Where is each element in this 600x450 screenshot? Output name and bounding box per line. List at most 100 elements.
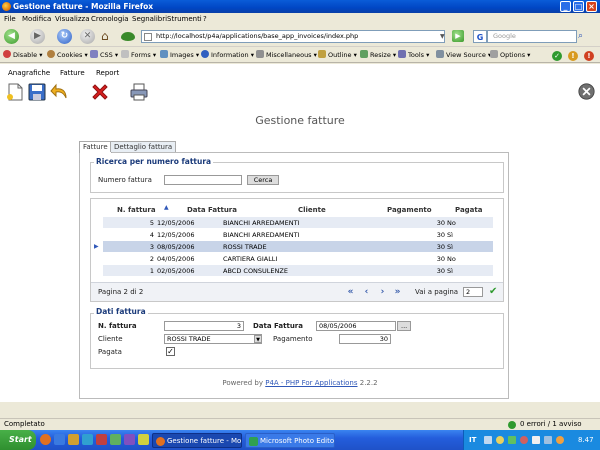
devbar-resize[interactable]: Resize ▾	[360, 50, 396, 61]
devbar-css[interactable]: CSS ▾	[90, 50, 118, 61]
back-icon[interactable]: ◀	[4, 29, 19, 44]
quicklaunch-app2-icon[interactable]	[110, 434, 121, 445]
detail-pagamento-input[interactable]: 30	[339, 334, 391, 344]
quicklaunch-ie-icon[interactable]	[54, 434, 65, 445]
close-window-button[interactable]: ×	[586, 1, 597, 12]
search-number-input[interactable]	[164, 175, 242, 185]
stop-icon[interactable]: ✕	[80, 29, 95, 44]
maximize-button[interactable]: □	[573, 1, 584, 12]
task-firefox[interactable]: Gestione fatture - Mo...	[152, 433, 242, 448]
menu-strumenti[interactable]: Strumenti	[167, 15, 202, 24]
menu-visualizza[interactable]: Visualizza	[55, 15, 89, 24]
detail-data-input[interactable]: 08/05/2006	[316, 321, 396, 331]
search-engine-icon[interactable]: G	[473, 30, 487, 43]
search-button[interactable]: Cerca	[247, 175, 279, 185]
col-header-cliente[interactable]: Cliente	[298, 206, 326, 215]
table-row[interactable]: 5 12/05/2006 BIANCHI ARREDAMENTI 30 No	[103, 217, 493, 229]
menu-segnalibri[interactable]: Segnalibri	[132, 15, 167, 24]
status-errors[interactable]: 0 errori / 1 avviso	[520, 419, 582, 430]
quicklaunch-app3-icon[interactable]	[124, 434, 135, 445]
detail-pagata-checkbox[interactable]: ✓	[166, 347, 175, 356]
devbar-disable[interactable]: Disable ▾	[3, 50, 42, 61]
last-page-icon[interactable]: »	[392, 287, 403, 298]
quicklaunch-app-icon[interactable]	[96, 434, 107, 445]
search-icon[interactable]: ⌕	[578, 31, 589, 42]
menu-modifica[interactable]: Modifica	[22, 15, 51, 24]
menu-file[interactable]: File	[4, 15, 16, 24]
col-header-n-fattura[interactable]: N. fattura	[117, 206, 156, 215]
save-icon[interactable]	[27, 82, 47, 102]
chevron-down-icon[interactable]: ▼	[254, 335, 262, 343]
app-menu-anagrafiche[interactable]: Anagrafiche	[8, 69, 50, 78]
detail-n-input[interactable]: 3	[164, 321, 244, 331]
validation-error-icon[interactable]: !	[584, 51, 594, 61]
search-input[interactable]: Google	[487, 30, 577, 43]
tray-app3-icon[interactable]	[520, 436, 528, 444]
quicklaunch-firefox-icon[interactable]	[40, 434, 51, 445]
app-menu-report[interactable]: Report	[96, 69, 119, 78]
validation-ok-icon[interactable]: ✓	[552, 51, 562, 61]
devbar-tools[interactable]: Tools ▾	[398, 50, 429, 61]
goto-page-input[interactable]: 2	[463, 287, 483, 297]
new-document-icon[interactable]	[5, 82, 25, 102]
first-page-icon[interactable]: «	[345, 287, 356, 298]
forward-icon[interactable]: ▶	[30, 29, 45, 44]
tray-volume-icon[interactable]	[532, 436, 540, 444]
menu-cronologia[interactable]: Cronologia	[91, 15, 129, 24]
devbar-information[interactable]: Information ▾	[201, 50, 254, 61]
language-indicator[interactable]: IT	[469, 430, 476, 450]
minimize-button[interactable]: _	[560, 1, 571, 12]
tray-app-icon[interactable]	[496, 436, 504, 444]
table-row-selected[interactable]: 3 08/05/2006 ROSSI TRADE 30 Sì	[103, 241, 493, 253]
validation-warning-icon[interactable]: !	[568, 51, 578, 61]
cell-pagata: Sì	[447, 231, 453, 239]
col-header-data-fattura[interactable]: Data Fattura	[187, 206, 237, 215]
start-button[interactable]: Start	[0, 430, 36, 450]
page-icon	[144, 33, 152, 41]
quicklaunch-app4-icon[interactable]	[138, 434, 149, 445]
task-photo-editor[interactable]: Microsoft Photo Editor	[245, 433, 335, 448]
table-row[interactable]: 4 12/05/2006 BIANCHI ARREDAMENTI 30 Sì	[103, 229, 493, 241]
devbar-forms[interactable]: Forms ▾	[121, 50, 156, 61]
exit-icon[interactable]	[578, 83, 595, 100]
date-picker-button[interactable]: ...	[397, 321, 411, 331]
reload-icon[interactable]: ↻	[57, 29, 72, 44]
cell-pagata: No	[447, 255, 456, 263]
prev-page-icon[interactable]: ‹	[361, 287, 372, 298]
undo-icon[interactable]	[50, 82, 70, 102]
tray-app4-icon[interactable]	[544, 436, 552, 444]
goto-page-confirm-icon[interactable]: ✔	[489, 286, 497, 297]
menu-help[interactable]: ?	[203, 15, 207, 24]
devbar-outline[interactable]: Outline ▾	[318, 50, 357, 61]
devbar-miscellaneous[interactable]: Miscellaneous ▾	[256, 50, 317, 61]
delete-icon[interactable]	[90, 82, 110, 102]
next-page-icon[interactable]: ›	[377, 287, 388, 298]
tray-app5-icon[interactable]	[556, 436, 564, 444]
devbar-view-source[interactable]: View Source ▾	[436, 50, 491, 61]
home-icon[interactable]: ⌂	[101, 29, 116, 44]
cell-data: 02/05/2006	[157, 267, 195, 275]
devbar-options[interactable]: Options ▾	[490, 50, 530, 61]
quicklaunch-desktop-icon[interactable]	[82, 434, 93, 445]
quicklaunch-explorer-icon[interactable]	[68, 434, 79, 445]
validator-ok-icon[interactable]	[508, 421, 516, 429]
addon-leaf-icon[interactable]	[121, 32, 135, 41]
tray-app2-icon[interactable]	[508, 436, 516, 444]
print-icon[interactable]	[129, 82, 149, 102]
url-dropdown-icon[interactable]: ▼	[440, 30, 448, 43]
window-title: Gestione fatture - Mozilla Firefox	[13, 2, 154, 11]
devbar-images[interactable]: Images ▾	[160, 50, 199, 61]
tray-network-icon[interactable]	[484, 436, 492, 444]
tab-fatture[interactable]: Fatture	[79, 141, 112, 153]
col-header-pagamento[interactable]: Pagamento	[387, 206, 432, 215]
table-row[interactable]: 2 04/05/2006 CARTIERA GIALLI 30 No	[103, 253, 493, 265]
devbar-cookies[interactable]: Cookies ▾	[47, 50, 88, 61]
url-bar[interactable]: http://localhost/p4a/applications/base_a…	[141, 30, 445, 43]
app-menu-fatture[interactable]: Fatture	[60, 69, 85, 78]
tab-dettaglio-fattura[interactable]: Dettaglio fattura	[110, 141, 177, 152]
table-row[interactable]: 1 02/05/2006 ABCD CONSULENZE 30 Sì	[103, 265, 493, 277]
detail-cliente-select[interactable]: ROSSI TRADE	[164, 334, 262, 344]
col-header-pagata[interactable]: Pagata	[455, 206, 482, 215]
go-button[interactable]: ▶	[452, 30, 464, 42]
p4a-link[interactable]: P4A - PHP For Applications	[265, 379, 357, 387]
